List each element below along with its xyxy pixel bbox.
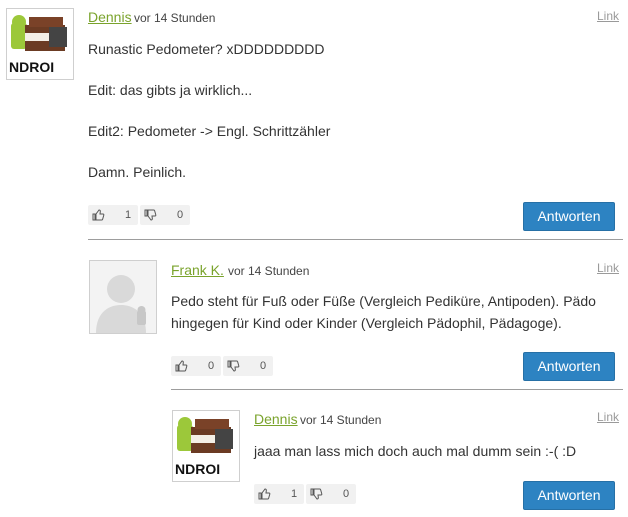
dislike-count: 0 <box>260 360 267 372</box>
comment-text-line: Damn. Peinlich. <box>88 164 187 180</box>
like-count: 0 <box>208 360 215 372</box>
comment-text-line: Edit2: Pedometer -> Engl. Schrittzähler <box>88 123 331 139</box>
like-count: 1 <box>125 209 132 221</box>
permalink[interactable]: Link <box>597 9 619 23</box>
like-button[interactable]: 1 <box>254 484 304 504</box>
thumbs-up-icon <box>92 209 105 221</box>
avatar[interactable]: NDROI <box>172 410 240 482</box>
like-count: 1 <box>291 488 298 500</box>
comment: NDROI Dennis vor 14 Stunden Link Runasti… <box>0 0 628 240</box>
thumbs-down-icon <box>144 209 157 221</box>
dislike-count: 0 <box>177 209 184 221</box>
reply-button[interactable]: Antworten <box>523 202 615 231</box>
like-button[interactable]: 1 <box>88 205 138 225</box>
avatar[interactable]: NDROI <box>6 8 74 80</box>
author-name[interactable]: Dennis <box>88 9 132 25</box>
svg-text:NDROI: NDROI <box>9 59 54 75</box>
thumbs-down-icon <box>227 360 240 372</box>
avatar[interactable] <box>89 260 157 334</box>
timestamp: vor 14 Stunden <box>300 413 382 427</box>
thumbs-down-icon <box>310 488 323 500</box>
comment-text-line: Edit: das gibts ja wirklich... <box>88 82 253 98</box>
comment-reply: NDROI Dennis vor 14 Stunden Link jaaa ma… <box>0 390 628 517</box>
comment-text-line: Runastic Pedometer? xDDDDDDDDD <box>88 41 325 57</box>
reply-button[interactable]: Antworten <box>523 481 615 510</box>
timestamp: vor 14 Stunden <box>228 264 310 278</box>
timestamp: vor 14 Stunden <box>134 11 216 25</box>
permalink[interactable]: Link <box>597 410 619 424</box>
comment-text-line: jaaa man lass mich doch auch mal dumm se… <box>254 443 577 459</box>
thumbs-up-icon <box>258 488 271 500</box>
author-name[interactable]: Frank K. <box>171 262 224 278</box>
dislike-count: 0 <box>343 488 350 500</box>
dislike-button[interactable]: 0 <box>140 205 190 225</box>
dislike-button[interactable]: 0 <box>223 356 273 376</box>
svg-text:NDROI: NDROI <box>175 461 220 477</box>
comment-text-line: Pedo steht für Fuß oder Füße (Vergleich … <box>171 293 596 309</box>
android-icecream-icon: NDROI <box>7 9 73 79</box>
author-name[interactable]: Dennis <box>254 411 298 427</box>
thumbs-up-icon <box>175 360 188 372</box>
permalink[interactable]: Link <box>597 261 619 275</box>
like-button[interactable]: 0 <box>171 356 221 376</box>
dislike-button[interactable]: 0 <box>306 484 356 504</box>
user-silhouette-icon <box>90 261 156 333</box>
reply-button[interactable]: Antworten <box>523 352 615 381</box>
android-icecream-icon: NDROI <box>173 411 239 481</box>
comment-reply: Frank K. vor 14 Stunden Link Pedo steht … <box>0 240 628 390</box>
comment-text-line: hingegen für Kind oder Kinder (Vergleich… <box>171 315 562 331</box>
